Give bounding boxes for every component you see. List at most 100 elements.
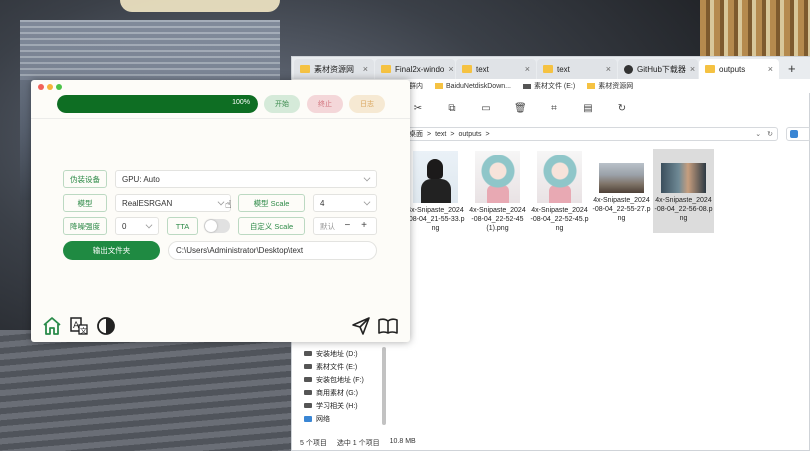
file-item-selected[interactable]: 4x-Snipaste_2024-08-04_22-56-08.png [653, 149, 714, 233]
close-icon[interactable]: × [606, 64, 611, 74]
theme-contrast-icon[interactable] [96, 316, 116, 336]
github-icon [624, 64, 633, 74]
stop-button[interactable]: 终止 [307, 95, 343, 113]
breadcrumb-segment[interactable]: text [435, 131, 446, 138]
book-icon[interactable] [377, 316, 399, 336]
nav-item-label: 学习相关 (H:) [316, 402, 358, 410]
nav-item-drive[interactable]: 安装包地址 (F:) [304, 373, 364, 386]
window-blinds [20, 20, 280, 80]
minimize-window-button[interactable] [47, 84, 53, 90]
model-label-button[interactable]: 模型 [63, 194, 107, 212]
nav-item-network[interactable]: 网络 [304, 412, 364, 425]
nav-item-drive[interactable]: 学习相关 (H:) [304, 399, 364, 412]
bookmark-item[interactable]: 素材文件 (E:) [522, 81, 575, 91]
file-item[interactable]: 4x-Snipaste_2024-08-04_22-52-45(1).png [467, 149, 528, 233]
close-icon[interactable]: × [525, 64, 530, 74]
start-button[interactable]: 开始 [264, 95, 300, 113]
progress-percent: 100% [232, 99, 250, 106]
denoise-select[interactable]: 0 [115, 217, 159, 235]
file-name: 4x-Snipaste_2024-08-04_22-52-45.png [530, 207, 589, 232]
delete-icon[interactable]: 🗑 [514, 103, 527, 114]
item-count: 5 个项目 [300, 440, 327, 447]
tab-label: GitHub下载器 [637, 64, 686, 74]
explorer-tab[interactable]: Final2x-windo × [375, 59, 455, 79]
chevron-down-icon[interactable]: ⌄ [755, 130, 761, 138]
output-folder-button[interactable]: 输出文件夹 [63, 241, 160, 260]
maximize-window-button[interactable] [56, 84, 62, 90]
search-icon[interactable] [786, 127, 810, 141]
folder-icon [587, 83, 596, 89]
explorer-tab[interactable]: GitHub下载器 × [618, 59, 698, 79]
nav-item-label: 素材文件 (E:) [316, 363, 358, 371]
mouse-cursor-icon: ☝ [225, 199, 232, 211]
address-bar[interactable]: 桌面 > text > outputs > ⌄ ↻ [402, 127, 778, 141]
denoise-value: 0 [122, 221, 127, 231]
file-item[interactable]: 4x-Snipaste_2024-08-04_22-52-45.png [529, 149, 590, 233]
breadcrumb-segment[interactable]: 桌面 [409, 129, 423, 139]
explorer-toolbar: ✂ ⧉ ▭ 🗑 ⌗ ▤ ↻ [412, 99, 628, 117]
model-scale-label-button[interactable]: 模型 Scale [238, 194, 305, 212]
custom-scale-input[interactable]: 默认 − + [313, 217, 377, 235]
copy-icon[interactable]: ⧉ [446, 103, 458, 114]
nav-item-label: 网络 [316, 415, 330, 423]
folder-icon [435, 83, 443, 89]
denoise-label-button[interactable]: 降噪强度 [63, 217, 107, 235]
tta-toggle[interactable] [204, 219, 230, 233]
close-icon[interactable]: × [768, 64, 773, 74]
send-icon[interactable] [351, 316, 371, 336]
device-select-value: GPU: Auto [122, 174, 160, 184]
scrollbar[interactable] [382, 347, 386, 425]
explorer-tab[interactable]: 素材资源网 × [294, 59, 374, 79]
cut-icon[interactable]: ✂ [412, 103, 424, 114]
bookmark-item[interactable]: 素材资源网 [587, 81, 633, 91]
selected-size: 10.8 MB [389, 438, 416, 445]
image-thumbnail [599, 163, 644, 193]
output-path-field[interactable]: C:\Users\Administrator\Desktop\text [168, 241, 377, 260]
model-select-value: RealESRGAN [122, 198, 173, 208]
progress-fill [57, 95, 258, 113]
close-icon[interactable]: × [690, 64, 695, 74]
status-bar: 5 个项目 选中 1 个项目 10.8 MB [300, 438, 416, 448]
crop-icon[interactable]: ⌗ [548, 103, 560, 114]
breadcrumb-segment[interactable]: outputs [458, 131, 481, 138]
new-tab-button[interactable]: + [780, 59, 804, 79]
rename-icon[interactable]: ▭ [480, 103, 492, 114]
selected-count: 选中 1 个项目 [336, 440, 380, 447]
translate-icon[interactable]: A 文 [69, 316, 89, 336]
window-controls [38, 84, 62, 90]
refresh-icon[interactable]: ↻ [616, 103, 628, 114]
device-select[interactable]: GPU: Auto [115, 170, 377, 188]
explorer-tab-active[interactable]: outputs × [699, 59, 779, 79]
refresh-icon[interactable]: ↻ [767, 130, 773, 138]
chevron-down-icon [363, 198, 371, 206]
file-grid: 4x-Snipaste_2024-08-04_21-55-33.png 4x-S… [405, 149, 715, 233]
chevron-down-icon [363, 174, 371, 182]
model-scale-value: 4 [320, 198, 325, 208]
network-icon [304, 415, 312, 422]
device-label-button[interactable]: 伪装设备 [63, 170, 107, 188]
nav-item-drive[interactable]: 安装地址 (D:) [304, 347, 364, 360]
close-icon[interactable]: × [363, 64, 368, 74]
nav-item-label: 安装地址 (D:) [316, 350, 358, 358]
explorer-tab[interactable]: text × [456, 59, 536, 79]
model-select[interactable]: RealESRGAN [115, 194, 231, 212]
home-icon[interactable] [42, 316, 62, 336]
close-window-button[interactable] [38, 84, 44, 90]
custom-scale-label-button[interactable]: 自定义 Scale [238, 217, 305, 235]
nav-item-drive[interactable]: 素材文件 (E:) [304, 360, 364, 373]
file-item[interactable]: 4x-Snipaste_2024-08-04_22-55-27.png [591, 149, 652, 233]
bookmark-item[interactable]: BaiduNetdiskDown... [435, 83, 511, 90]
file-item[interactable]: 4x-Snipaste_2024-08-04_21-55-33.png [405, 149, 466, 233]
log-button[interactable]: 日志 [349, 95, 385, 113]
close-icon[interactable]: × [448, 64, 453, 74]
explorer-tab[interactable]: text × [537, 59, 617, 79]
drive-icon [304, 364, 312, 369]
folder-icon [462, 65, 472, 73]
tta-label-button[interactable]: TTA [167, 217, 198, 235]
scale-stepper[interactable]: − + [345, 220, 371, 231]
folder-icon [543, 65, 553, 73]
model-scale-select[interactable]: 4 [313, 194, 377, 212]
nav-item-drive[interactable]: 商用素材 (G:) [304, 386, 364, 399]
ceiling-lamp [120, 0, 280, 12]
save-icon[interactable]: ▤ [582, 103, 594, 114]
